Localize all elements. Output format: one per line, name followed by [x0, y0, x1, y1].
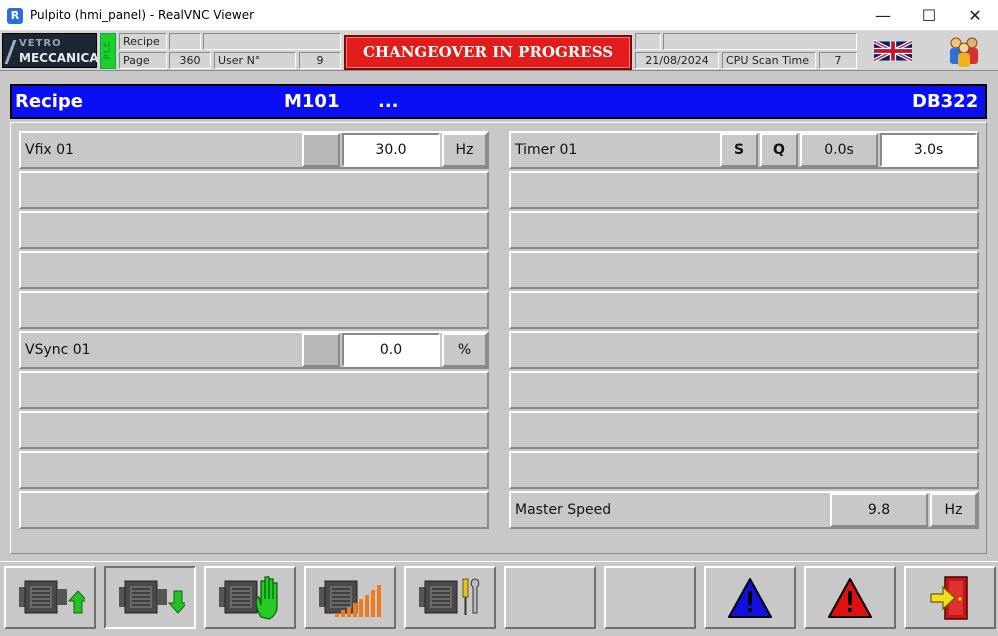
- recipe-label: Recipe: [119, 33, 167, 50]
- timer-elapsed: 0.0s: [800, 133, 878, 167]
- param-row-empty: [19, 291, 489, 329]
- header-cell-empty: [169, 33, 201, 50]
- timer-row-empty: [509, 291, 979, 329]
- motor-speed-down-button[interactable]: [104, 566, 196, 629]
- red-warning-button[interactable]: [804, 566, 896, 629]
- window-titlebar: R Pulpito (hmi_panel) - RealVNC Viewer —…: [0, 0, 998, 31]
- master-speed-unit: Hz: [930, 493, 977, 527]
- minimize-button[interactable]: —: [860, 0, 906, 31]
- motor-up-icon: [19, 580, 85, 613]
- header-cell-empty: [635, 33, 661, 50]
- status-header: VETRO MECCANICA PLC Recipe Page 360 User…: [0, 31, 998, 71]
- param-label: Vfix 01: [25, 142, 74, 158]
- master-speed-value: 9.8: [830, 493, 928, 527]
- timer-label: Timer 01: [515, 142, 578, 158]
- recipe-title-bar: Recipe M101 ... DB322: [10, 84, 987, 119]
- timer-row-empty: [509, 371, 979, 409]
- vetro-meccanica-logo: VETRO MECCANICA: [2, 33, 99, 68]
- param-unit: %: [442, 333, 487, 367]
- motor-maintenance-button[interactable]: [404, 566, 496, 629]
- param-unit: Hz: [442, 133, 487, 167]
- changeover-banner: CHANGEOVER IN PROGRESS: [344, 35, 632, 70]
- recipe-parameters-panel: Vfix 01 30.0 Hz VSync 01 0.0 % Timer 01 …: [10, 122, 987, 554]
- maximize-button[interactable]: ☐: [906, 0, 952, 31]
- blue-warning-icon: [728, 577, 772, 618]
- master-speed-label: Master Speed: [515, 502, 612, 518]
- user-number: 9: [299, 52, 341, 69]
- user-label: User N°: [214, 52, 296, 69]
- exit-button[interactable]: [904, 566, 996, 629]
- header-cell-empty: [663, 33, 857, 50]
- recipe-code: M101: [284, 91, 340, 112]
- toolbar-empty-button[interactable]: [604, 566, 696, 629]
- motor-ramp-icon: [319, 580, 381, 617]
- motor-speed-up-button[interactable]: [4, 566, 96, 629]
- param-row-vfix01: Vfix 01 30.0 Hz: [19, 131, 489, 169]
- page-label: Page: [119, 52, 167, 69]
- motor-tools-icon: [419, 577, 480, 615]
- close-button[interactable]: ✕: [952, 0, 998, 31]
- timer-row-empty: [509, 171, 979, 209]
- timer-row-empty: [509, 451, 979, 489]
- timer-row-timer01: Timer 01 S Q 0.0s 3.0s: [509, 131, 979, 169]
- window-title: Pulpito (hmi_panel) - RealVNC Viewer: [30, 8, 255, 22]
- bottom-toolbar: [0, 561, 998, 636]
- timer-q-indicator: Q: [760, 133, 798, 167]
- plc-status-indicator: PLC: [100, 33, 116, 69]
- timer-row-empty: [509, 331, 979, 369]
- param-row-empty: [19, 411, 489, 449]
- param-row-empty: [19, 251, 489, 289]
- page-number: 360: [169, 52, 211, 69]
- cpu-scan-label: CPU Scan Time: [722, 52, 816, 69]
- red-warning-icon: [828, 577, 872, 618]
- header-cell-empty: [203, 33, 341, 50]
- blue-warning-button[interactable]: [704, 566, 796, 629]
- exit-door-icon: [930, 575, 968, 620]
- timer-row-empty: [509, 251, 979, 289]
- param-row-empty: [19, 371, 489, 409]
- users-group-icon[interactable]: [944, 34, 984, 68]
- uk-flag-icon[interactable]: [874, 40, 912, 62]
- param-status-box: [302, 333, 340, 367]
- master-speed-row: Master Speed 9.8 Hz: [509, 491, 979, 529]
- hmi-window: R Pulpito (hmi_panel) - RealVNC Viewer —…: [0, 0, 998, 636]
- param-label: VSync 01: [25, 342, 91, 358]
- motor-ramp-button[interactable]: [304, 566, 396, 629]
- timer-s-indicator: S: [720, 133, 758, 167]
- motor-hand-icon: [219, 575, 278, 620]
- motor-down-icon: [119, 580, 185, 614]
- param-row-empty: [19, 491, 489, 529]
- param-row-empty: [19, 451, 489, 489]
- param-status-box: [302, 133, 340, 167]
- timer-row-empty: [509, 211, 979, 249]
- date-display: 21/08/2024: [635, 52, 719, 69]
- param-row-vsync01: VSync 01 0.0 %: [19, 331, 489, 369]
- toolbar-empty-button[interactable]: [504, 566, 596, 629]
- recipe-db: DB322: [912, 91, 979, 112]
- param-row-empty: [19, 171, 489, 209]
- vsync01-value-input[interactable]: 0.0: [342, 333, 440, 367]
- recipe-title: Recipe: [15, 91, 84, 112]
- timer-preset-input[interactable]: 3.0s: [880, 133, 977, 167]
- cpu-scan-value: 7: [819, 52, 857, 69]
- param-row-empty: [19, 211, 489, 249]
- timer-row-empty: [509, 411, 979, 449]
- vfix01-value-input[interactable]: 30.0: [342, 133, 440, 167]
- motor-manual-stop-button[interactable]: [204, 566, 296, 629]
- recipe-name: ...: [378, 91, 399, 112]
- realvnc-app-icon: R: [7, 8, 23, 24]
